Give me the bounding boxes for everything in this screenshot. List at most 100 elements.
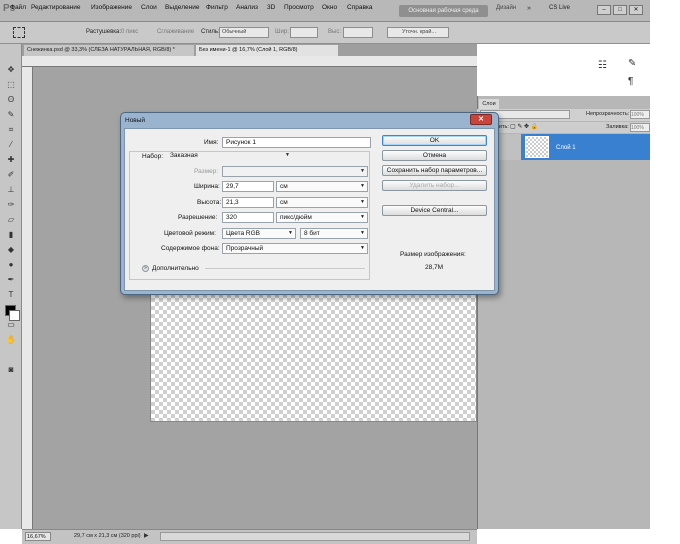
refine-edge-button[interactable]: Уточн. край... xyxy=(387,27,449,38)
background-value: Прозрачный xyxy=(226,245,264,252)
clone-stamp-tool-icon[interactable]: ⊥ xyxy=(5,184,17,196)
brush-tool-icon[interactable]: ✐ xyxy=(5,169,17,181)
application-bar: Ps Файл Редактирование Изображение Слои … xyxy=(0,0,650,22)
pen-tool-icon[interactable]: ✒ xyxy=(5,274,17,286)
height-unit-select[interactable]: см ▼ xyxy=(276,197,368,208)
move-tool-icon[interactable]: ✥ xyxy=(5,64,17,76)
opacity-input[interactable]: 100% xyxy=(630,110,650,119)
close-icon[interactable]: ✕ xyxy=(629,5,643,15)
color-mode-select[interactable]: Цвета RGB ▼ xyxy=(222,228,296,239)
advanced-label[interactable]: Дополнительно xyxy=(152,265,199,272)
lasso-tool-icon[interactable]: ʘ xyxy=(5,94,17,106)
height-input[interactable]: 21,3 xyxy=(222,197,274,208)
toolbox: ✥ ⬚ ʘ ✎ ⌗ ⁄ ✚ ✐ ⊥ ✑ ▱ ▮ ◆ ● ✒ T ➤ ▭ ✋ ◙ xyxy=(0,44,22,529)
menu-file[interactable]: Файл xyxy=(10,4,26,11)
history-brush-tool-icon[interactable]: ✑ xyxy=(5,199,17,211)
size-preset-select[interactable]: ▼ xyxy=(222,166,368,177)
brush-panel-icon[interactable]: ✎ xyxy=(628,58,636,69)
menu-window[interactable]: Окно xyxy=(322,4,337,11)
height-unit: см xyxy=(280,199,288,206)
background-label: Содержимое фона: xyxy=(161,245,220,252)
paragraph-panel-icon[interactable]: ¶ xyxy=(628,76,633,87)
blur-tool-icon[interactable]: ◆ xyxy=(5,244,17,256)
antialias-checkbox[interactable]: Сглаживание xyxy=(157,29,194,35)
resolution-label: Разрешение: xyxy=(178,214,218,221)
cs-live-button[interactable]: CS Live xyxy=(549,5,570,11)
bit-depth-select[interactable]: 8 бит ▼ xyxy=(300,228,368,239)
gradient-tool-icon[interactable]: ▮ xyxy=(5,229,17,241)
minimize-icon[interactable]: – xyxy=(597,5,611,15)
menu-filter[interactable]: Фильтр xyxy=(206,4,228,11)
type-tool-icon[interactable]: T xyxy=(5,289,17,301)
advanced-divider xyxy=(205,268,365,269)
resolution-unit-select[interactable]: пикс/дюйм ▼ xyxy=(276,212,368,223)
name-label: Имя: xyxy=(204,139,219,146)
dialog-close-icon[interactable]: ✕ xyxy=(470,114,492,125)
eyedropper-tool-icon[interactable]: ⁄ xyxy=(5,139,17,151)
width-label: Ширина: xyxy=(194,183,220,190)
expand-workspaces-icon[interactable]: » xyxy=(527,5,531,12)
marquee-tool-icon[interactable]: ⬚ xyxy=(5,79,17,91)
chevron-down-icon: ▼ xyxy=(360,183,365,189)
resolution-input[interactable]: 320 xyxy=(222,212,274,223)
history-panel-icon[interactable]: ☷ xyxy=(598,60,607,71)
design-workspace-button[interactable]: Дизайн xyxy=(496,5,516,11)
name-input[interactable]: Рисунок 1 xyxy=(222,137,371,148)
menu-view[interactable]: Просмотр xyxy=(284,4,314,11)
marquee-tool-icon[interactable] xyxy=(13,27,25,38)
quick-select-tool-icon[interactable]: ✎ xyxy=(5,109,17,121)
workspace-switcher-button[interactable]: Основная рабочая среда xyxy=(399,5,488,17)
crop-tool-icon[interactable]: ⌗ xyxy=(5,124,17,136)
ok-button[interactable]: OK xyxy=(382,135,487,146)
feather-value[interactable]: 0 пикс xyxy=(121,29,138,35)
chevron-down-icon: ▼ xyxy=(360,230,365,236)
menu-layers[interactable]: Слои xyxy=(141,4,157,11)
layers-tab[interactable]: Слои xyxy=(479,99,499,109)
transparent-canvas[interactable] xyxy=(150,285,477,422)
maximize-icon[interactable]: □ xyxy=(613,5,627,15)
status-menu-arrow-icon[interactable]: ▶ xyxy=(144,532,149,539)
document-tab-bar: Снежинка.psd @ 33,3% (СЛЕЗА НАТУРАЛЬНАЯ,… xyxy=(22,44,477,56)
cancel-button[interactable]: Отмена xyxy=(382,150,487,161)
eraser-tool-icon[interactable]: ▱ xyxy=(5,214,17,226)
chevron-down-icon: ▼ xyxy=(288,230,293,236)
style-select[interactable]: Обычный xyxy=(219,27,269,38)
width-label: Шир: xyxy=(275,29,289,35)
quick-mask-icon[interactable]: ◙ xyxy=(5,364,17,376)
delete-preset-button: Удалить набор... xyxy=(382,180,487,191)
height-label: Высота: xyxy=(197,199,222,206)
background-color-swatch[interactable] xyxy=(9,310,20,321)
device-central-button[interactable]: Device Central... xyxy=(382,205,487,216)
layer-name[interactable]: Слой 1 xyxy=(556,145,576,151)
width-input[interactable] xyxy=(290,27,318,38)
menu-help[interactable]: Справка xyxy=(347,4,373,11)
tab-snowflake-document[interactable]: Снежинка.psd @ 33,3% (СЛЕЗА НАТУРАЛЬНАЯ,… xyxy=(24,45,194,56)
layers-panel xyxy=(477,96,650,529)
tab-untitled-document[interactable]: Без имени-1 @ 16,7% (Слой 1, RGB/8) xyxy=(196,45,338,56)
image-size-label: Размер изображения: xyxy=(400,251,466,258)
dodge-tool-icon[interactable]: ● xyxy=(5,259,17,271)
lock-icons[interactable]: ▢ ✎ ✥ 🔒 xyxy=(510,123,538,130)
height-input[interactable] xyxy=(343,27,373,38)
menu-edit[interactable]: Редактирование xyxy=(31,4,81,11)
document-size-info: 29,7 см x 21,3 см (320 ppi) xyxy=(74,533,141,539)
menu-analysis[interactable]: Анализ xyxy=(236,4,258,11)
hand-tool-icon[interactable]: ✋ xyxy=(5,334,17,346)
save-preset-button[interactable]: Сохранить набор параметров... xyxy=(382,165,487,176)
background-select[interactable]: Прозрачный ▼ xyxy=(222,243,368,254)
zoom-input[interactable]: 16,67% xyxy=(25,532,51,541)
fill-input[interactable]: 100% xyxy=(630,123,650,132)
menu-3d[interactable]: 3D xyxy=(267,4,275,11)
width-input[interactable]: 29,7 xyxy=(222,181,274,192)
advanced-expand-icon[interactable]: » xyxy=(142,265,149,272)
width-unit-select[interactable]: см ▼ xyxy=(276,181,368,192)
preset-select[interactable]: Заказная ▼ xyxy=(167,151,292,162)
horizontal-scrollbar[interactable] xyxy=(160,532,470,541)
healing-brush-tool-icon[interactable]: ✚ xyxy=(5,154,17,166)
preset-label: Набор: xyxy=(140,153,166,160)
preset-value: Заказная xyxy=(170,152,198,159)
chevron-down-icon: ▼ xyxy=(360,214,365,220)
feather-label: Растушевка: xyxy=(86,29,122,35)
menu-select[interactable]: Выделение xyxy=(165,4,199,11)
menu-image[interactable]: Изображение xyxy=(91,4,132,11)
